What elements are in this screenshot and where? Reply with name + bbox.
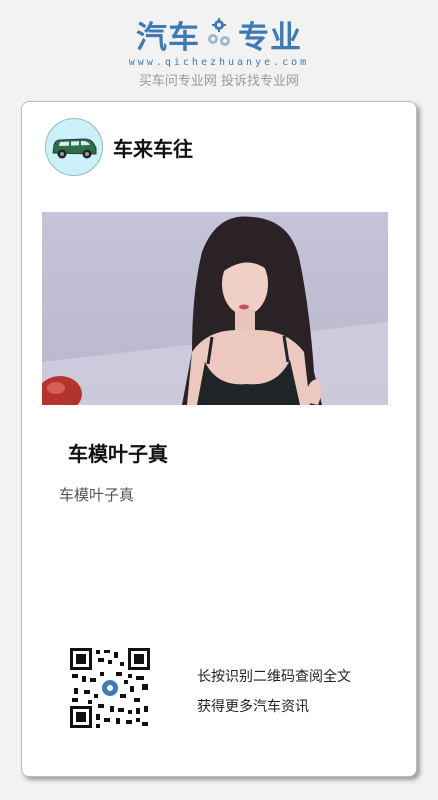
brand-name-right: 专业 bbox=[238, 19, 302, 56]
author-avatar bbox=[45, 118, 103, 176]
brand-name-left: 汽车 bbox=[136, 19, 200, 56]
qr-caption: 长按识别二维码查阅全文 获得更多汽车资讯 bbox=[197, 662, 351, 722]
author-row: 车来车往 bbox=[45, 118, 193, 176]
qr-caption-line1: 长按识别二维码查阅全文 bbox=[197, 669, 351, 685]
article-title: 车模叶子真 bbox=[68, 442, 168, 466]
brand-logo: 汽车 专业 bbox=[0, 14, 438, 56]
author-name: 车来车往 bbox=[113, 136, 193, 161]
car-icon bbox=[52, 138, 97, 159]
qr-code[interactable] bbox=[70, 648, 150, 728]
brand-url: www.qichezhuanye.com bbox=[128, 57, 310, 68]
qr-caption-line2: 获得更多汽车资讯 bbox=[197, 699, 309, 715]
brand-slogan: 买车问专业网 投诉找专业网 bbox=[138, 74, 300, 89]
gear-icon bbox=[207, 17, 231, 51]
brand-header: 汽车 专业 www.qichezhuanye.com 买车问专业网 投诉找专业网 bbox=[0, 14, 438, 89]
article-photo[interactable] bbox=[42, 212, 388, 405]
article-summary: 车模叶子真 bbox=[59, 486, 135, 504]
article-card: 车来车往 车模叶子真 车模叶子真 长按识别二维码查阅全文 获得更多汽车资讯 bbox=[21, 101, 417, 777]
photo-image bbox=[42, 212, 388, 405]
